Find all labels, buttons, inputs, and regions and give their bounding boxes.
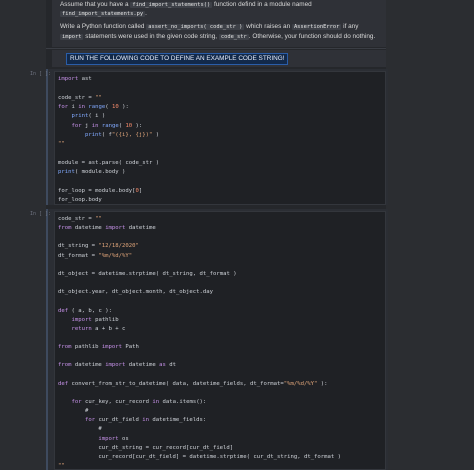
- code-line: for_loop.body: [58, 196, 102, 203]
- code-line: for_loop = module.body[0]: [58, 187, 143, 194]
- code-line: module = ast.parse( code_str ): [58, 159, 160, 166]
- code-line: for j in range( 10 ):: [71, 122, 143, 129]
- markdown-text: .: [145, 10, 147, 17]
- code-line: "": [58, 141, 65, 148]
- markdown-text: function defind in a module named: [212, 1, 312, 8]
- code-line: print( module.body ): [58, 169, 126, 175]
- notebook-page: Assume that you have a find_import_state…: [0, 0, 474, 470]
- code-line: dt_object.year, dt_object.month, dt_obje…: [58, 289, 213, 296]
- instruction-banner: RUN THE FOLLOWING CODE TO DEFINE AN EXAM…: [66, 53, 289, 65]
- cell-prompt: In [ ]:: [30, 211, 52, 217]
- code-line: def ( a, b, c ):: [58, 307, 112, 314]
- markdown-cell[interactable]: Assume that you have a find_import_state…: [52, 0, 386, 47]
- inline-code: AssertionError: [291, 24, 342, 30]
- code-editor[interactable]: code_str = "" from datetime import dateti…: [54, 211, 386, 470]
- code-line: code_str = "": [58, 216, 102, 222]
- markdown-text: if any: [341, 23, 359, 30]
- code-line: for i in range( 10 ):: [58, 103, 129, 110]
- code-line: for cur_dt_field in datetime_fields:: [84, 417, 207, 424]
- cell-prompt: In [ ]:: [30, 71, 52, 77]
- code-line: import pathlib: [71, 316, 119, 323]
- code-line: from pathlib import Path: [58, 344, 139, 351]
- code-line: cur_dt_string = cur_record[cur_dt_field]: [98, 444, 234, 451]
- code-line: code_str = "": [58, 94, 102, 101]
- inline-code: assert_no_imports( code_str ): [146, 24, 245, 30]
- code-line: #: [58, 426, 102, 433]
- code-line: dt_format = "%m/%d/%Y": [58, 252, 133, 259]
- code-line: import os: [98, 435, 129, 442]
- banner-cell[interactable]: RUN THE FOLLOWING CODE TO DEFINE AN EXAM…: [52, 50, 386, 67]
- code-line: def convert_from_str_to_datetime( data, …: [58, 380, 328, 387]
- markdown-text: Write a Python function called: [60, 23, 147, 30]
- cell-divider: [46, 48, 386, 49]
- code-line: #: [58, 408, 89, 415]
- markdown-line: import statements were used in the given…: [60, 32, 375, 43]
- code-line: return a + b + c: [71, 325, 126, 332]
- code-line: for cur_key, cur_record in data.items():: [71, 399, 207, 405]
- code-editor[interactable]: import ast code_str = "" for i in range( 1…: [54, 71, 386, 205]
- inline-code: find_import_statements.py: [60, 11, 146, 17]
- markdown-text: Assume that you have a: [60, 1, 131, 8]
- inline-code: code_str: [218, 33, 249, 40]
- code-line: import ast: [58, 76, 92, 82]
- code-cell-1[interactable]: In [ ]: import ast code_str = "" for i in …: [30, 69, 388, 205]
- code-line: from datetime import datetime: [58, 225, 156, 232]
- markdown-text: statements were used in the given code s…: [83, 32, 219, 40]
- markdown-line: find_import_statements.py.: [60, 9, 147, 20]
- code-line: "": [58, 463, 65, 470]
- code-line: dt_object = datetime.strptime( dt_string…: [58, 270, 237, 277]
- code-line: dt_string = "12/18/2020": [58, 243, 139, 250]
- markdown-text: which raises an: [244, 23, 292, 30]
- inline-code: find_import_statements(): [130, 2, 213, 8]
- code-line: print( f"({i}, {j})" ): [84, 131, 160, 138]
- code-line: cur_record[cur_dt_field] = datetime.strp…: [98, 453, 342, 460]
- code-line: print( i ): [71, 113, 106, 120]
- code-line: from datetime import datetime as dt: [58, 362, 176, 369]
- markdown-text: . Otherwise, your function should do not…: [248, 32, 376, 40]
- inline-code: import: [60, 33, 84, 40]
- code-cell-2[interactable]: In [ ]: code_str = "" from datetime impor…: [30, 209, 388, 470]
